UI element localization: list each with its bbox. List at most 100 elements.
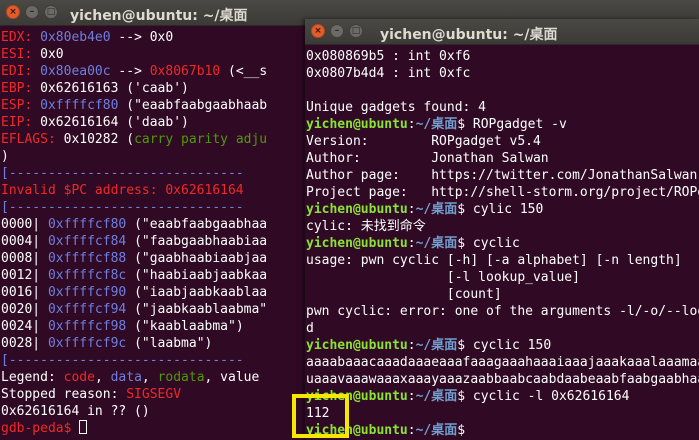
terminal-text: d <box>306 321 314 336</box>
terminal-text: 0xffffcf8c <box>47 268 127 283</box>
right-terminal-output[interactable]: 0x080869b5 : int 0xf6 0x0807b4d4 : int 0x… <box>305 45 699 440</box>
terminal-text: gdb-peda$ <box>1 421 80 436</box>
terminal-text: ("gaabhaabiaabjaa <box>126 251 268 266</box>
terminal-text: 0x10282 ( <box>63 132 135 147</box>
terminal-text: usage: pwn cyclic [-h] [-a alphabet] [-n… <box>306 253 682 268</box>
left-window-title: yichen@ubuntu: ~/桌面 <box>70 8 248 24</box>
terminal-line: 0x080869b5 : int 0xf6 <box>306 48 699 65</box>
terminal-line: Project page: http://shell-storm.org/pro… <box>306 184 699 201</box>
terminal-text: uaaavaaawaaaxaaayaaazaabbaabcaabdaabeaab… <box>306 372 699 387</box>
terminal-text: ~/桌面 <box>415 236 458 251</box>
terminal-text: ("haabiaabjaabkaa <box>126 268 268 283</box>
terminal-text: 0xffffcf80 <box>40 98 119 113</box>
terminal-text: 0xffffcf80 <box>47 217 127 232</box>
terminal-text: 0x62616164 in ?? () <box>1 404 150 419</box>
terminal-text: --> <box>110 64 150 79</box>
right-close-icon[interactable]: × <box>311 24 325 38</box>
terminal-text: 0012| <box>1 268 48 283</box>
terminal-text: Project page: http://shell-storm.org/pro… <box>306 185 699 200</box>
terminal-text: [------------------------------ <box>1 200 244 215</box>
terminal-text: ("eaabfaabgaabhaa <box>126 217 268 232</box>
terminal-text: 0x80eb4e0 <box>40 30 111 45</box>
terminal-text: 0028| <box>1 336 48 351</box>
terminal-text: 0xffffcf88 <box>47 251 127 266</box>
left-close-icon[interactable]: × <box>6 5 20 19</box>
terminal-text: yichen@ubuntu <box>306 202 408 217</box>
terminal-text: 0x62616163 ('caab') <box>40 81 189 96</box>
terminal-line: 112 <box>306 405 699 422</box>
terminal-text: Stopped reason: <box>1 387 127 402</box>
terminal-text: $ cyclic <box>457 236 520 251</box>
terminal-text: 0xffffcf9c <box>47 336 127 351</box>
terminal-line: yichen@ubuntu:~/桌面$ ROPgadget -v <box>306 116 699 133</box>
terminal-text: ~/桌面 <box>415 389 458 404</box>
terminal-text: [------------------------------ <box>1 166 244 181</box>
terminal-text: cylic: 未找到命令 <box>306 219 426 234</box>
terminal-text: : <box>407 202 416 217</box>
terminal-text: 0xffffcf94 <box>47 302 127 317</box>
terminal-text: ("laabma") <box>126 336 213 351</box>
right-terminal-window[interactable]: × – □ yichen@ubuntu: ~/桌面 0x080869b5 : i… <box>305 19 699 440</box>
terminal-text: aaaabaaacaaadaaaeaaafaaagaaahaaaiaaajaaa… <box>306 355 699 370</box>
result-highlight-box <box>292 394 349 438</box>
terminal-text: : <box>407 236 416 251</box>
terminal-text: data <box>110 370 142 385</box>
terminal-text: (<__s <box>220 64 268 79</box>
terminal-text: ("iaabjaabkaablaa <box>126 285 268 300</box>
terminal-text: 0000| <box>1 217 48 232</box>
left-minimize-icon[interactable]: – <box>25 5 39 19</box>
terminal-text: ) <box>1 149 9 164</box>
terminal-line: Version: ROPgadget v5.4 <box>306 133 699 150</box>
terminal-text: , <box>94 370 111 385</box>
terminal-text: ESI: <box>1 47 41 62</box>
terminal-text: , value <box>204 370 260 385</box>
terminal-text: : <box>407 117 416 132</box>
terminal-text: [------------------------------ <box>1 353 244 368</box>
terminal-text: $ cyclic -l 0x62616164 <box>457 389 630 404</box>
terminal-line: yichen@ubuntu:~/桌面$ cyclic -l 0x62616164 <box>306 388 699 405</box>
terminal-text: ~/桌面 <box>415 338 458 353</box>
terminal-text: EIP: <box>1 115 41 130</box>
terminal-text: 0008| <box>1 251 48 266</box>
terminal-text: ("eaabfaabgaabhaab <box>118 98 268 113</box>
terminal-line: aaaabaaacaaadaaaeaaafaaagaaahaaaiaaajaaa… <box>306 354 699 371</box>
terminal-text: 0x62616164 ('daab') <box>40 115 189 130</box>
terminal-text: pwn cyclic: error: one of the arguments … <box>306 304 699 319</box>
terminal-text: 0x080869b5 : int 0xf6 <box>306 49 471 64</box>
right-minimize-icon[interactable]: – <box>330 24 344 38</box>
terminal-text: [count] <box>306 287 502 302</box>
terminal-line: [count] <box>306 286 699 303</box>
terminal-text: : <box>407 389 416 404</box>
terminal-text: 0xffffcf98 <box>47 319 127 334</box>
terminal-text: yichen@ubuntu <box>306 236 408 251</box>
right-title-bar[interactable]: × – □ yichen@ubuntu: ~/桌面 <box>305 19 699 45</box>
terminal-cursor[interactable] <box>79 420 88 434</box>
terminal-line: Author page: https://twitter.com/Jonatha… <box>306 167 699 184</box>
terminal-text: [-l lookup_value] <box>306 270 580 285</box>
terminal-text: rodata <box>157 370 205 385</box>
terminal-text: Legend: <box>1 370 64 385</box>
terminal-text: Version: ROPgadget v5.4 <box>306 134 541 149</box>
terminal-text: Invalid $PC address: 0x62616164 <box>1 183 244 198</box>
right-maximize-icon[interactable]: □ <box>349 24 363 38</box>
terminal-text: 0020| <box>1 302 48 317</box>
left-maximize-icon[interactable]: □ <box>44 5 58 19</box>
terminal-line: [-l lookup_value] <box>306 269 699 286</box>
terminal-text: $ ROPgadget -v <box>457 117 567 132</box>
terminal-text: code <box>63 370 95 385</box>
terminal-text: EDI: <box>1 64 41 79</box>
terminal-text: : <box>407 338 416 353</box>
terminal-text: 0x8067b10 <box>149 64 221 79</box>
terminal-text: $ cylic 150 <box>457 202 544 217</box>
terminal-text: $ cyclic 150 <box>457 338 552 353</box>
terminal-text: ESP: <box>1 98 41 113</box>
terminal-text: Author page: https://twitter.com/Jonatha… <box>306 168 698 183</box>
terminal-text: ("jaabkaablaabma" <box>126 302 268 317</box>
terminal-text: EFLAGS: <box>1 132 64 147</box>
terminal-text: 0024| <box>1 319 48 334</box>
terminal-text: Author: Jonathan Salwan <box>306 151 549 166</box>
terminal-text: --> 0x0 <box>110 30 174 45</box>
terminal-line: d <box>306 320 699 337</box>
terminal-line: Author: Jonathan Salwan <box>306 150 699 167</box>
